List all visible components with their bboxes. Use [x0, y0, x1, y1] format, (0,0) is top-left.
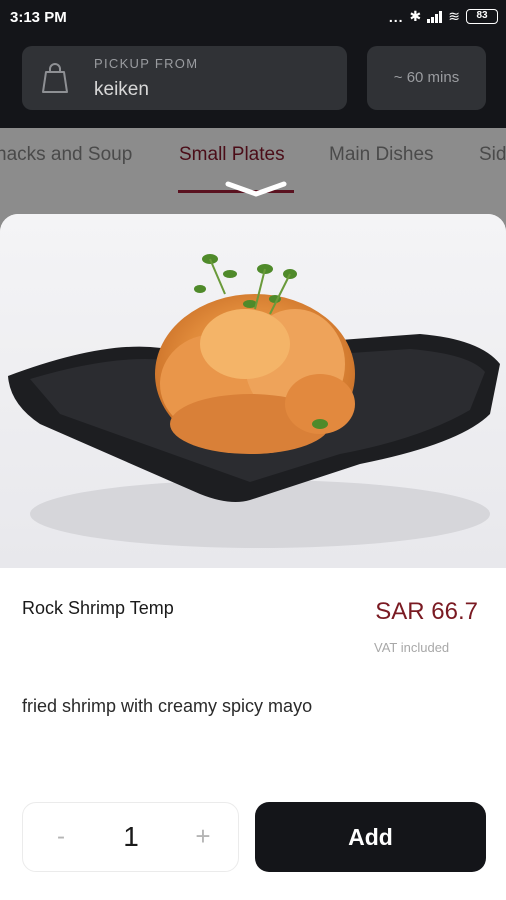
increase-button[interactable]: + [191, 821, 215, 852]
quantity-stepper: - 1 + [22, 802, 239, 872]
tab-small-plates[interactable]: Small Plates [179, 144, 285, 166]
item-detail-sheet [0, 214, 506, 900]
pickup-selector[interactable]: PICKUP FROM keiken [22, 46, 347, 110]
eta-badge[interactable]: ~ 60 mins [367, 46, 486, 110]
wifi-icon: ≋ [448, 8, 460, 24]
pickup-label: PICKUP FROM [94, 56, 199, 71]
shopping-bag-icon [42, 63, 68, 93]
item-price: SAR 66.7 [375, 598, 478, 625]
chevron-down-icon[interactable] [224, 180, 288, 200]
quantity-value: 1 [123, 821, 139, 852]
more-dots-icon: ... [388, 8, 404, 25]
pickup-location: keiken [94, 79, 149, 100]
status-time: 3:13 PM [10, 9, 67, 26]
tab-snacks-and-soup[interactable]: nacks and Soup [0, 144, 132, 166]
header: 3:13 PM ... ✱ ≋ 83 PICKUP FROM keiken ~ … [0, 0, 506, 128]
decrease-button[interactable]: - [51, 823, 71, 851]
item-name: Rock Shrimp Temp [22, 598, 174, 618]
battery-icon: 83 [466, 9, 498, 24]
dish-photo [0, 214, 506, 568]
tab-sides[interactable]: Sid [479, 144, 506, 166]
signal-icon [427, 10, 443, 23]
item-description: fried shrimp with creamy spicy mayo [22, 696, 313, 716]
tab-main-dishes[interactable]: Main Dishes [329, 144, 434, 166]
add-button[interactable]: Add [255, 802, 486, 872]
bluetooth-icon: ✱ [409, 8, 422, 24]
vat-note: VAT included [374, 640, 450, 655]
status-icons: ... ✱ ≋ 83 [389, 8, 498, 25]
status-bar: 3:13 PM ... ✱ ≋ 83 [0, 0, 506, 36]
